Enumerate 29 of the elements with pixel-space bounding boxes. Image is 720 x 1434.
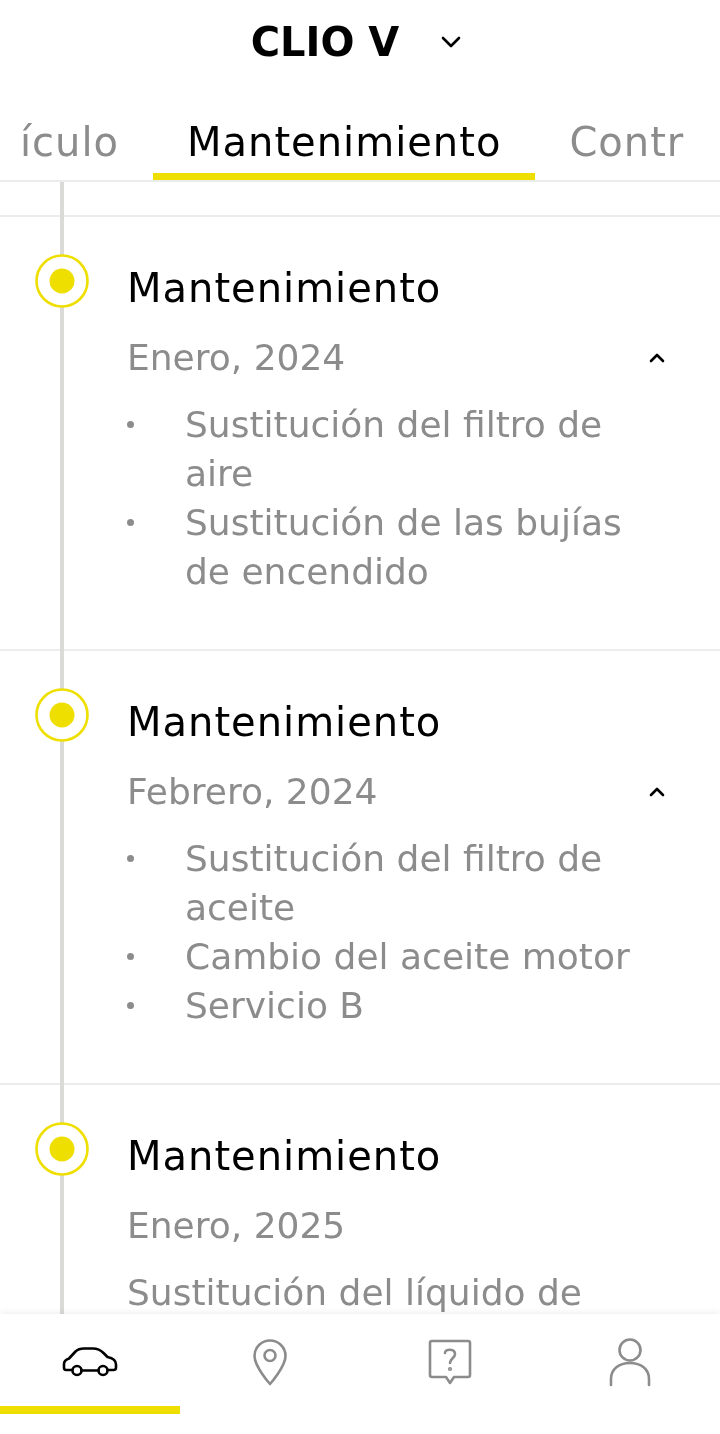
bullet-icon — [127, 953, 134, 960]
entry-description: Sustitución del líquido de — [127, 1273, 583, 1313]
list-item: Sustitución del filtro de aceite — [185, 837, 604, 930]
timeline-dot-icon — [35, 254, 89, 308]
location-pin-icon — [252, 1338, 288, 1386]
list-item: Cambio del aceite motor — [185, 935, 630, 979]
vehicle-selector[interactable]: CLIO V — [250, 17, 462, 67]
chevron-up-icon[interactable] — [649, 353, 665, 363]
timeline-dot-icon — [35, 688, 89, 742]
timeline-dot-icon — [35, 1122, 89, 1176]
list-item: Sustitución del filtro de aire — [185, 403, 604, 496]
tab[interactable]: Mantenimiento — [153, 117, 536, 180]
bullet-icon — [127, 855, 134, 862]
car-icon — [62, 1347, 118, 1377]
list-item: Sustitución de las bujías de encendido — [185, 501, 623, 594]
chevron-down-icon — [441, 36, 462, 48]
bullet-icon — [127, 1002, 134, 1009]
entry-date: Enero, 2024 — [127, 336, 346, 380]
person-icon — [608, 1337, 652, 1387]
help-bubble-icon — [428, 1339, 472, 1385]
chevron-up-icon[interactable] — [649, 787, 665, 797]
entry-title: Mantenimiento — [127, 698, 443, 747]
entry-date: Enero, 2025 — [127, 1204, 346, 1248]
bullet-icon — [127, 421, 134, 428]
list-item: Servicio B — [185, 984, 365, 1028]
bullet-icon — [127, 519, 134, 526]
entry-title: Mantenimiento — [127, 1132, 443, 1181]
entry-date: Febrero, 2024 — [127, 770, 378, 814]
entry-title: Mantenimiento — [127, 264, 443, 313]
